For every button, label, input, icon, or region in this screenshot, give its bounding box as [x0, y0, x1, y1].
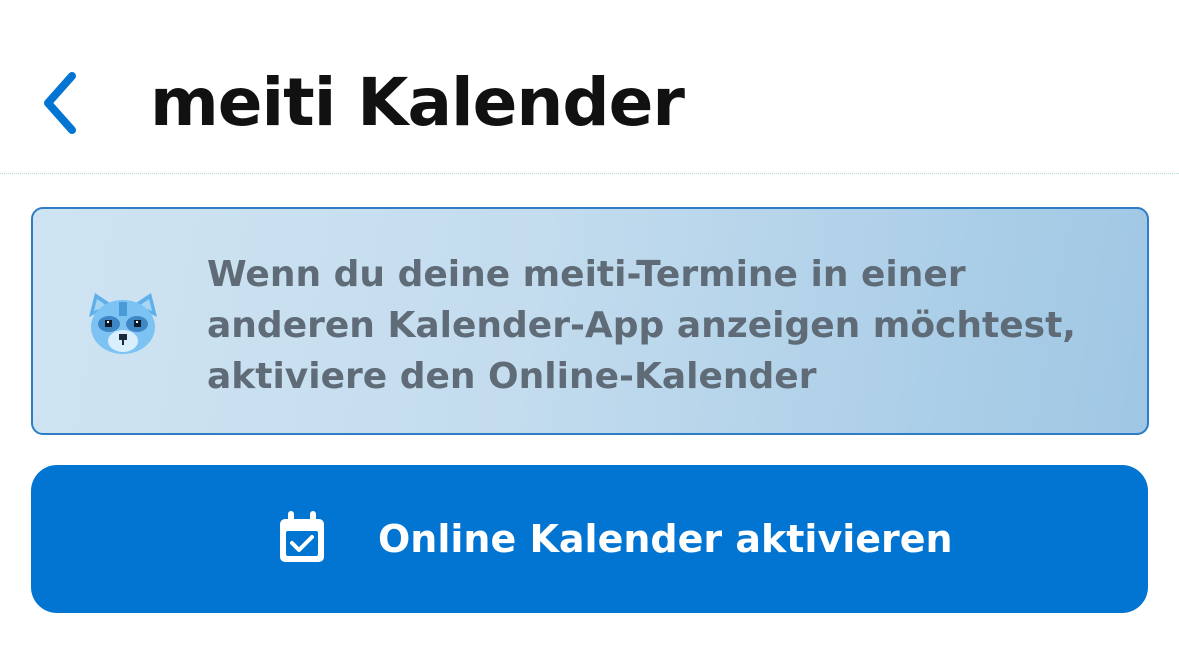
page-title: meiti Kalender	[150, 64, 685, 141]
chevron-left-icon	[44, 72, 76, 134]
calendar-check-icon	[280, 511, 324, 562]
activate-online-calendar-button[interactable]: Online Kalender aktivieren	[31, 465, 1148, 613]
info-message: Wenn du deine meiti-Termine in einer and…	[207, 249, 1107, 402]
activate-online-calendar-label: Online Kalender aktivieren	[378, 517, 953, 561]
header-bar: meiti Kalender	[0, 0, 1179, 174]
info-line: Wenn du deine meiti-Termine in einer	[207, 254, 966, 295]
back-button[interactable]	[30, 68, 90, 138]
raccoon-mascot-icon	[89, 293, 157, 354]
header-divider	[0, 173, 1179, 174]
info-line: aktiviere den Online-Kalender	[207, 356, 817, 397]
info-card: Wenn du deine meiti-Termine in einer and…	[31, 207, 1149, 435]
info-line: anderen Kalender-App anzeigen möchtest,	[207, 305, 1076, 346]
